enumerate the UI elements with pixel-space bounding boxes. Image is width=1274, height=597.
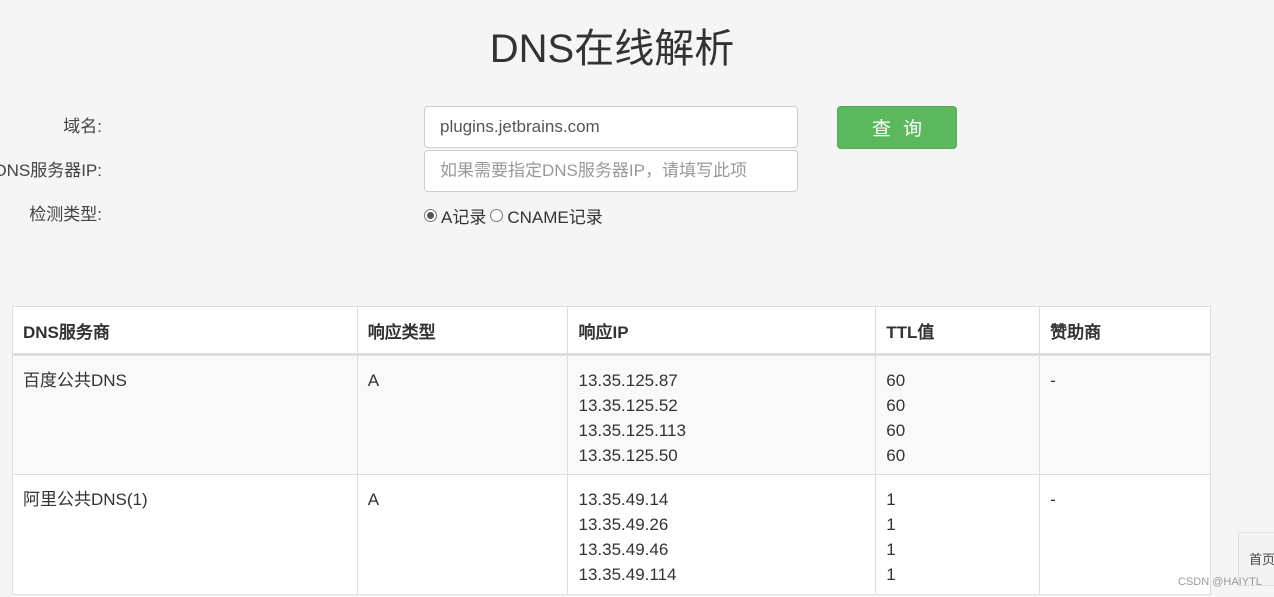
provider-name: 阿里公共DNS(1) <box>23 490 148 509</box>
ttl-value: 60 <box>886 446 906 465</box>
radio-cname-record-dot[interactable] <box>490 208 504 222</box>
ttl-value: 1 <box>886 565 896 584</box>
radio-a-record[interactable]: A记录 <box>424 203 486 228</box>
response-type: A <box>367 371 380 390</box>
response-ip: 13.35.125.113 <box>578 421 686 440</box>
sponsor-value: - <box>1050 371 1056 390</box>
table-header-row: DNS服务商 响应类型 响应IP TTL值 赞助商 <box>12 306 1211 356</box>
ttl-value: 1 <box>886 490 896 509</box>
cell-type: A <box>356 354 569 475</box>
csdn-watermark: CSDN @HAIYTL <box>1178 576 1262 588</box>
domain-label: 域名: <box>63 117 102 136</box>
cell-provider: 阿里公共DNS(1) <box>12 474 358 595</box>
cell-ttls: 60 60 60 60 <box>875 354 1041 475</box>
record-type-radio-group: A记录 CNAME记录 <box>424 203 607 227</box>
domain-input[interactable] <box>424 106 798 148</box>
ttl-value: 60 <box>886 396 906 415</box>
provider-name: 百度公共DNS <box>23 371 127 390</box>
response-ip: 13.35.125.52 <box>578 396 678 415</box>
header-ttl: TTL值 <box>875 306 1041 356</box>
header-sponsor: 赞助商 <box>1039 306 1211 356</box>
ttl-value: 1 <box>886 515 896 534</box>
dns-result-table: DNS服务商 响应类型 响应IP TTL值 赞助商 百度公共DNS A 13.3… <box>12 306 1211 595</box>
cell-ttls: 1 1 1 1 <box>875 474 1041 595</box>
dns-server-label: DNS服务器IP: <box>0 161 102 180</box>
dns-server-input[interactable] <box>424 150 798 192</box>
query-button[interactable]: 查询 <box>837 106 957 149</box>
radio-cname-record[interactable]: CNAME记录 <box>490 203 603 228</box>
header-dns-provider: DNS服务商 <box>12 306 358 356</box>
radio-cname-record-label: CNAME记录 <box>507 207 603 227</box>
cell-ips: 13.35.125.87 13.35.125.52 13.35.125.113 … <box>567 354 877 475</box>
header-response-ip: 响应IP <box>567 306 877 356</box>
header-response-type: 响应类型 <box>356 306 569 356</box>
sponsor-value: - <box>1050 490 1056 509</box>
ttl-value: 1 <box>886 540 896 559</box>
cell-provider: 百度公共DNS <box>12 354 358 475</box>
response-ip: 13.35.49.26 <box>578 515 669 534</box>
cell-sponsor: - <box>1039 354 1211 475</box>
cell-ips: 13.35.49.14 13.35.49.26 13.35.49.46 13.3… <box>567 474 877 595</box>
radio-a-record-dot[interactable] <box>424 208 437 222</box>
response-ip: 13.35.49.114 <box>578 565 677 584</box>
response-ip: 13.35.49.46 <box>578 540 669 559</box>
ttl-value: 60 <box>886 371 906 390</box>
table-row: 阿里公共DNS(1) A 13.35.49.14 13.35.49.26 13.… <box>12 474 1211 595</box>
cell-type: A <box>356 474 569 595</box>
type-label: 检测类型: <box>29 205 102 224</box>
response-ip: 13.35.125.50 <box>578 446 678 465</box>
response-ip: 13.35.125.87 <box>578 371 678 390</box>
radio-a-record-label: A记录 <box>441 207 487 227</box>
table-row: 百度公共DNS A 13.35.125.87 13.35.125.52 13.3… <box>12 354 1211 475</box>
response-ip: 13.35.49.14 <box>578 490 669 509</box>
dns-server-row: DNS服务器IP: <box>0 150 1000 192</box>
ttl-value: 60 <box>886 421 906 440</box>
page-title: DNS在线解析 <box>489 27 735 71</box>
response-type: A <box>367 490 380 509</box>
